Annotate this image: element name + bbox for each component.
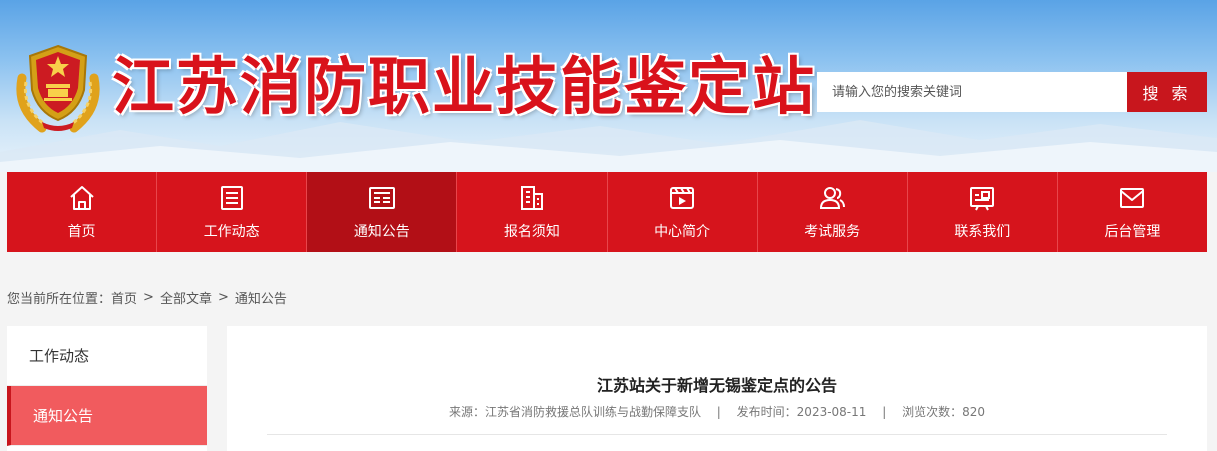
mail-icon <box>1120 188 1145 208</box>
sidebar-item-notices[interactable]: 通知公告 <box>7 386 207 446</box>
nav-item-work-updates[interactable]: 工作动态 <box>157 172 308 252</box>
search-input[interactable] <box>817 72 1127 112</box>
nav-item-label: 后台管理 <box>1104 224 1161 240</box>
sidebar: 工作动态 通知公告 <box>7 326 207 451</box>
nav-item-label: 通知公告 <box>353 224 410 240</box>
search-box: 搜 索 <box>817 72 1207 112</box>
meta-divider: | <box>716 405 721 419</box>
breadcrumb-prefix: 您当前所在位置： <box>7 291 112 307</box>
users-icon <box>820 187 846 209</box>
article-date: 发布时间：2023-08-11 <box>736 405 867 419</box>
contact-card-icon <box>970 187 995 211</box>
nav-item-exam-service[interactable]: 考试服务 <box>758 172 908 252</box>
article-views: 浏览次数：820 <box>902 405 986 419</box>
site-header: 江苏消防职业技能鉴定站 搜 索 <box>0 0 1217 172</box>
nav-item-label: 首页 <box>67 224 96 240</box>
article-source: 来源：江苏省消防救援总队训练与战勤保障支队 <box>448 405 701 419</box>
meta-divider: | <box>882 405 887 419</box>
breadcrumb-separator: > <box>217 289 229 305</box>
fire-rescue-emblem-icon <box>16 44 100 133</box>
breadcrumb-all-articles-link[interactable]: 全部文章 <box>160 288 212 307</box>
article-title: 江苏站关于新增无锡鉴定点的公告 <box>596 376 837 395</box>
breadcrumb-home-link[interactable]: 首页 <box>111 288 137 307</box>
nav-item-label: 联系我们 <box>954 224 1011 240</box>
nav-item-admin[interactable]: 后台管理 <box>1058 172 1207 252</box>
nav-item-home[interactable]: 首页 <box>7 172 158 252</box>
nav-item-notices[interactable]: 通知公告 <box>307 172 458 252</box>
video-icon <box>670 187 695 209</box>
building-icon <box>520 186 543 210</box>
home-icon <box>69 186 94 210</box>
article-divider-line <box>267 434 1167 435</box>
breadcrumb-notices-link[interactable]: 通知公告 <box>235 288 287 307</box>
search-button[interactable]: 搜 索 <box>1127 72 1207 112</box>
nav-item-label: 报名须知 <box>503 224 560 240</box>
article-meta: 来源：江苏省消防救援总队训练与战勤保障支队 | 发布时间：2023-08-11 … <box>227 403 1207 420</box>
breadcrumb: 您当前所在位置： 首页 > 全部文章 > 通知公告 <box>7 288 287 307</box>
nav-item-label: 工作动态 <box>203 224 260 240</box>
list-icon <box>220 186 243 210</box>
sidebar-item-work-updates[interactable]: 工作动态 <box>7 326 207 386</box>
main-nav: 首页 工作动态 通知公告 报名须知 中心简介 考试服务 联系我们 后台管理 <box>7 172 1207 252</box>
nav-item-label: 考试服务 <box>804 224 861 240</box>
nav-item-contact[interactable]: 联系我们 <box>908 172 1058 252</box>
breadcrumb-separator: > <box>143 289 154 305</box>
nav-item-about[interactable]: 中心简介 <box>608 172 758 252</box>
news-icon <box>368 187 395 209</box>
nav-item-label: 中心简介 <box>654 224 711 240</box>
article-panel: 江苏站关于新增无锡鉴定点的公告 来源：江苏省消防救援总队训练与战勤保障支队 | … <box>227 326 1207 451</box>
nav-item-registration[interactable]: 报名须知 <box>457 172 608 252</box>
site-title: 江苏消防职业技能鉴定站 <box>112 50 817 123</box>
